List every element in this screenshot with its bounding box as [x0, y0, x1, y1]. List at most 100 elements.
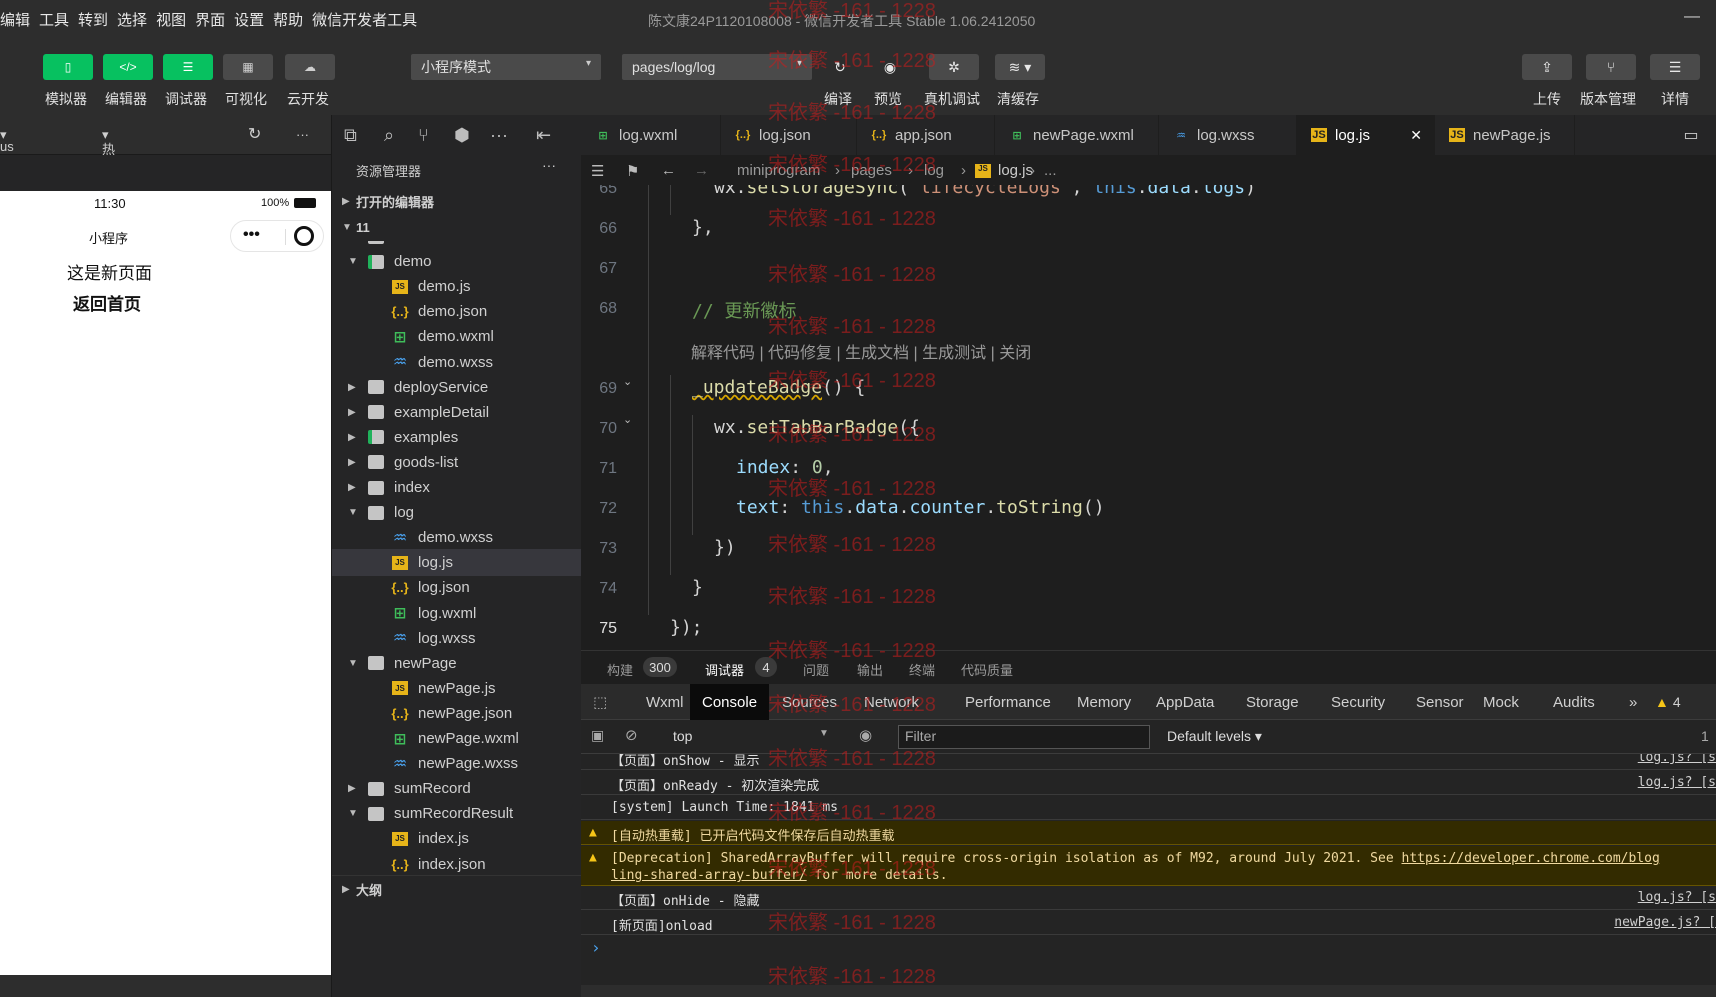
extensions-icon[interactable]: ⬢	[454, 125, 470, 146]
clear-cache-button[interactable]: ≋ ▾	[995, 54, 1045, 80]
devtools-tab-sources[interactable]: Sources	[782, 684, 837, 720]
console-source-link[interactable]: log.js? [s	[1638, 890, 1716, 905]
preview-button[interactable]: ◉	[865, 54, 915, 80]
tab-problems[interactable]: 问题	[803, 660, 829, 679]
tab-output[interactable]: 输出	[857, 660, 883, 679]
mode-select[interactable]: 小程序模式 ▾	[411, 54, 601, 80]
tree-file[interactable]: ♒ log.wxss	[332, 625, 582, 652]
breadcrumb-item[interactable]: miniprogram	[737, 162, 820, 179]
tree-file[interactable]: {..} demo.json	[332, 298, 582, 325]
devtools-tab-storage[interactable]: Storage	[1246, 684, 1299, 720]
tree-folder[interactable]: ▼ log	[332, 499, 582, 526]
fold-chevron-icon[interactable]: ⌄	[623, 413, 632, 426]
codelens-actions[interactable]: 解释代码 | 代码修复 | 生成文档 | 生成测试 | 关闭	[691, 339, 1031, 363]
tree-file[interactable]: {..} newPage.json	[332, 700, 582, 727]
zoom-select[interactable]: us 85% 16 ▾	[0, 127, 26, 184]
page-path-select[interactable]: pages/log/log ▾	[622, 54, 812, 80]
tab-terminal[interactable]: 终端	[909, 660, 935, 679]
tree-file[interactable]: {..} index.json	[332, 851, 582, 878]
devtools-tab-mock[interactable]: Mock	[1483, 684, 1519, 720]
minimize-button[interactable]: —	[1684, 8, 1700, 26]
tab-log-json[interactable]: {..} log.json	[721, 115, 857, 155]
explorer-more-icon[interactable]: ···	[542, 157, 556, 173]
warning-count-badge[interactable]: ▲ 4	[1655, 684, 1681, 720]
devtools-tab-appdata[interactable]: AppData	[1156, 684, 1214, 720]
menu-goto[interactable]: 转到	[78, 9, 108, 30]
menu-select[interactable]: 选择	[117, 9, 147, 30]
devtools-tab-security[interactable]: Security	[1331, 684, 1385, 720]
outline-section[interactable]: ▶ 大纲	[332, 875, 582, 902]
tree-file[interactable]: JS newPage.js	[332, 675, 582, 702]
more-icon[interactable]: ···	[490, 125, 508, 146]
more-icon[interactable]: ···	[296, 127, 309, 142]
devtools-tab-console[interactable]: Console	[690, 684, 770, 720]
breadcrumb-item[interactable]: log	[924, 162, 944, 179]
menu-help[interactable]: 帮助	[273, 9, 303, 30]
compile-button[interactable]: ↻	[815, 54, 865, 80]
tree-file[interactable]: ♒ demo.wxss	[332, 349, 582, 376]
tree-file[interactable]: ♒ demo.wxss	[332, 524, 582, 551]
tree-folder[interactable]: ▶ exampleDetail	[332, 399, 582, 426]
forward-arrow-icon[interactable]: →	[694, 162, 709, 179]
version-button[interactable]: ⑂	[1586, 54, 1636, 80]
tab-newpage-js[interactable]: JS newPage.js	[1435, 115, 1575, 155]
console-link[interactable]: https://developer.chrome.com/blog	[1402, 851, 1660, 866]
tree-folder[interactable]: ▶ goods-list	[332, 449, 582, 476]
menu-interface[interactable]: 界面	[195, 9, 225, 30]
menu-settings[interactable]: 设置	[234, 9, 264, 30]
devtools-tab-wxml[interactable]: Wxml	[646, 684, 684, 720]
project-section[interactable]: ▼ 11	[332, 214, 582, 241]
device-debug-button[interactable]: ✲	[929, 54, 979, 80]
tree-file[interactable]: JS demo.js	[332, 273, 582, 300]
close-target-icon[interactable]	[294, 226, 314, 246]
back-home-link[interactable]: 返回首页	[73, 290, 141, 315]
close-icon[interactable]: ✕	[1410, 127, 1422, 144]
console-prompt[interactable]: ›	[591, 938, 601, 957]
console-source-link[interactable]: log.js? [s	[1638, 775, 1716, 790]
details-button[interactable]: ☰	[1650, 54, 1700, 80]
devtools-tab-sensor[interactable]: Sensor	[1416, 684, 1464, 720]
tab-log-wxss[interactable]: ♒ log.wxss	[1159, 115, 1297, 155]
tab-log-js[interactable]: JS log.js ✕	[1297, 115, 1435, 155]
fold-chevron-icon[interactable]: ⌄	[623, 375, 632, 388]
bookmark-icon[interactable]: ⚑	[626, 162, 639, 180]
menu-view[interactable]: 视图	[156, 9, 186, 30]
breadcrumb-item[interactable]: log.js	[998, 162, 1033, 179]
console-source-link[interactable]: newPage.js? [	[1614, 915, 1716, 930]
tree-file[interactable]: JS log.js	[332, 549, 582, 577]
tree-folder[interactable]: ▶ examples	[332, 424, 582, 451]
tab-newpage-wxml[interactable]: ⊞ newPage.wxml	[995, 115, 1159, 155]
upload-button[interactable]: ⇪	[1522, 54, 1572, 80]
tree-folder[interactable]: ▼ newPage	[332, 650, 582, 677]
eye-icon[interactable]: ◉	[859, 726, 872, 744]
tree-folder[interactable]: ▶ deployService	[332, 374, 582, 401]
tree-file[interactable]: JS index.js	[332, 825, 582, 852]
devtools-tab-performance[interactable]: Performance	[965, 684, 1051, 720]
clear-console-icon[interactable]: ⊘	[625, 726, 638, 744]
more-tabs-icon[interactable]: »	[1629, 684, 1637, 720]
tree-file[interactable]: ⊞ log.wxml	[332, 600, 582, 627]
tab-app-json[interactable]: {..} app.json	[857, 115, 995, 155]
simulator-toggle-button[interactable]: ▯	[43, 54, 93, 80]
tree-file[interactable]: ♒ newPage.wxss	[332, 750, 582, 777]
visual-toggle-button[interactable]: ▦	[223, 54, 273, 80]
console-source-link[interactable]: log.js? [s	[1638, 754, 1716, 765]
code-editor[interactable]: 65 66 67 68 69 70 71 72 73 74 75 ⌄ ⌄ wx.…	[581, 185, 1716, 650]
tab-build[interactable]: 构建	[607, 660, 633, 679]
cloud-button[interactable]: ☁	[285, 54, 335, 80]
inspect-element-icon[interactable]: ⬚	[593, 684, 607, 720]
search-icon[interactable]: ⌕	[384, 125, 394, 146]
tree-folder[interactable]: ▼ demo	[332, 248, 582, 275]
breadcrumb-item[interactable]: ...	[1044, 162, 1057, 179]
editor-toggle-button[interactable]: </>	[103, 54, 153, 80]
log-levels-select[interactable]: Default levels ▾	[1167, 728, 1262, 745]
refresh-icon[interactable]: ↻	[248, 124, 261, 144]
list-icon[interactable]: ☰	[591, 162, 604, 180]
devtools-tab-memory[interactable]: Memory	[1077, 684, 1131, 720]
debugger-toggle-button[interactable]: ☰	[163, 54, 213, 80]
hot-reload-toggle[interactable]: 热重载 开 ▾	[102, 127, 115, 214]
open-editors-section[interactable]: ▶ 打开的编辑器	[332, 188, 582, 215]
breadcrumb-item[interactable]: pages	[851, 162, 892, 179]
devtools-tab-network[interactable]: Network	[864, 684, 919, 720]
devtools-tab-audits[interactable]: Audits	[1553, 684, 1595, 720]
